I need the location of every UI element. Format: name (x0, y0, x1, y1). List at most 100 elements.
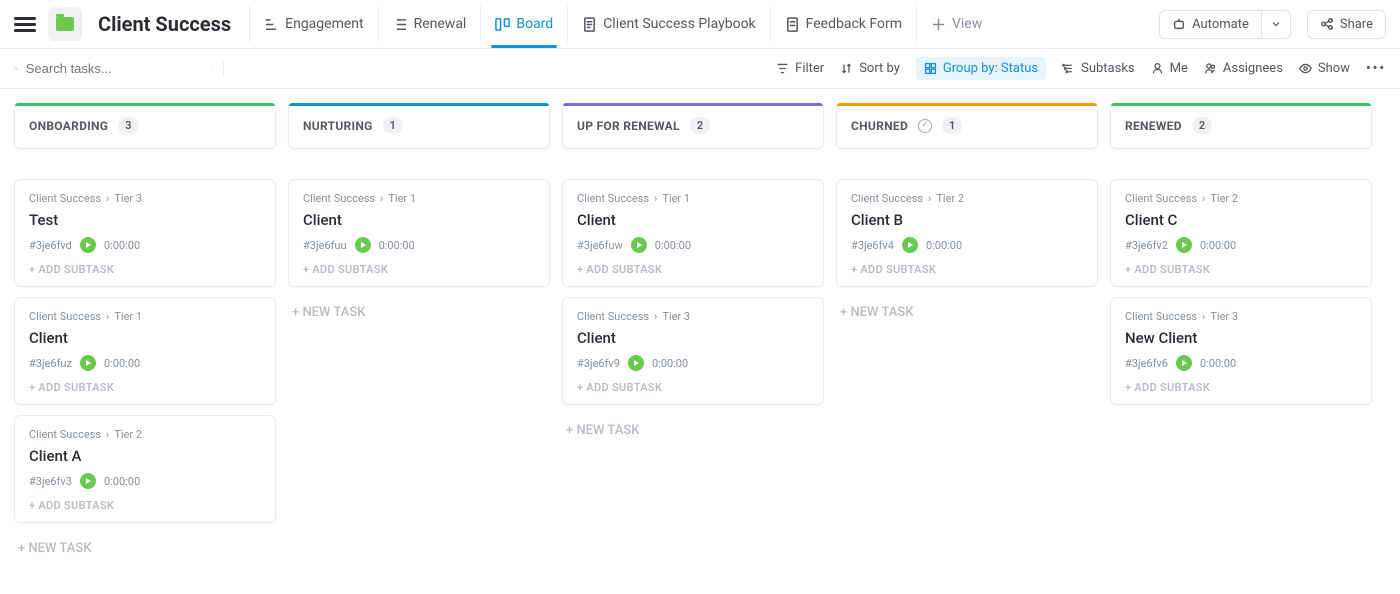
add-subtask-button[interactable]: + ADD SUBTASK (29, 381, 261, 394)
sort-chip[interactable]: Sort by (840, 61, 900, 76)
tab-label: Feedback Form (806, 16, 902, 32)
search-input[interactable] (26, 61, 202, 76)
card-time: 0:00:00 (1200, 357, 1236, 370)
tab-board[interactable]: Board (480, 6, 567, 42)
task-card[interactable]: Client Success›Tier 3Client#3je6fv90:00:… (562, 297, 824, 405)
share-label: Share (1340, 17, 1373, 32)
card-meta: #3je6fuu 0:00:00 (303, 237, 535, 253)
card-id: #3je6fv6 (1125, 357, 1168, 370)
column-count: 1 (942, 117, 962, 134)
tab-playbook[interactable]: Client Success Playbook (567, 6, 769, 42)
tab-renewal[interactable]: Renewal (378, 6, 481, 42)
column-header[interactable]: ONBOARDING3 (14, 103, 276, 149)
board-icon (495, 17, 510, 32)
share-button[interactable]: Share (1307, 10, 1386, 39)
assignees-chip[interactable]: Assignees (1204, 61, 1283, 76)
card-meta: #3je6fv30:00:00 (29, 473, 261, 489)
robot-icon (1172, 17, 1186, 31)
card-meta: #3je6fuz0:00:00 (29, 355, 261, 371)
task-card[interactable]: Client Success›Tier 2Client A#3je6fv30:0… (14, 415, 276, 523)
column-stripe (15, 103, 275, 106)
add-subtask-button[interactable]: + ADD SUBTASK (29, 263, 261, 276)
tab-label: Client Success Playbook (603, 16, 755, 32)
play-icon[interactable] (80, 355, 96, 371)
column-title: CHURNED (851, 119, 908, 133)
play-icon[interactable] (631, 237, 647, 253)
play-icon[interactable] (902, 237, 918, 253)
column-count: 2 (690, 117, 710, 134)
card-time: 0:00:00 (104, 475, 140, 488)
search-wrap (14, 61, 224, 76)
card-time: 0:00:00 (104, 357, 140, 370)
tab-label: Board (516, 16, 553, 32)
steps-icon (264, 17, 279, 32)
card-meta: #3je6fv90:00:00 (577, 355, 809, 371)
column-title: RENEWED (1125, 119, 1182, 133)
me-chip[interactable]: Me (1151, 61, 1188, 76)
filter-chip[interactable]: Filter (776, 61, 824, 76)
task-card[interactable]: Client Success›Tier 3Test#3je6fvd0:00:00… (14, 179, 276, 287)
add-subtask-button[interactable]: + ADD SUBTASK (1125, 263, 1357, 276)
card-title: Client (303, 211, 535, 229)
task-card[interactable]: Client Success›Tier 2Client B#3je6fv40:0… (836, 179, 1098, 287)
menu-icon[interactable] (14, 13, 36, 35)
column-header[interactable]: RENEWED2 (1110, 103, 1372, 149)
new-task-button[interactable]: + NEW TASK (14, 533, 276, 564)
breadcrumb: Client Success›Tier 2 (1125, 192, 1357, 205)
task-card[interactable]: Client Success›Tier 2Client C#3je6fv20:0… (1110, 179, 1372, 287)
form-icon (785, 17, 800, 32)
column-header[interactable]: CHURNED 1 (836, 103, 1098, 149)
more-menu[interactable]: ••• (1366, 61, 1386, 76)
new-task-button[interactable]: + NEW TASK (562, 415, 824, 446)
play-icon[interactable] (355, 237, 371, 253)
play-icon[interactable] (80, 237, 96, 253)
column: UP FOR RENEWAL2 Client Success›Tier 1Clie… (562, 103, 824, 446)
user-icon (1151, 62, 1164, 75)
tab-engagement[interactable]: Engagement (249, 6, 377, 42)
add-subtask-button[interactable]: + ADD SUBTASK (29, 499, 261, 512)
page-title: Client Success (98, 12, 231, 36)
play-icon[interactable] (1176, 237, 1192, 253)
automate-dropdown[interactable] (1262, 10, 1291, 39)
play-icon[interactable] (628, 355, 644, 371)
automate-button[interactable]: Automate (1159, 10, 1262, 39)
add-subtask-button[interactable]: + ADD SUBTASK (303, 263, 535, 276)
task-card[interactable]: Client Success›Tier 1 Client #3je6fuu 0:00:… (288, 179, 550, 287)
subtasks-chip[interactable]: Subtasks (1062, 61, 1135, 76)
group-icon (924, 62, 937, 75)
card-title: Client A (29, 447, 261, 465)
card-meta: #3je6fuw0:00:00 (577, 237, 809, 253)
show-chip[interactable]: Show (1299, 61, 1350, 76)
column-header[interactable]: NURTURING1 (288, 103, 550, 149)
breadcrumb: Client Success›Tier 3 (1125, 310, 1357, 323)
task-card[interactable]: Client Success›Tier 1Client#3je6fuz0:00:… (14, 297, 276, 405)
tab-feedback[interactable]: Feedback Form (770, 6, 916, 42)
new-task-button[interactable]: + NEW TASK (288, 297, 550, 328)
doc-icon (582, 17, 597, 32)
folder-icon (56, 17, 74, 31)
add-subtask-button[interactable]: + ADD SUBTASK (851, 263, 1083, 276)
card-meta: #3je6fvd0:00:00 (29, 237, 261, 253)
column: ONBOARDING3 Client Success›Tier 3Test#3je… (14, 103, 276, 564)
play-icon[interactable] (80, 473, 96, 489)
new-task-button[interactable]: + NEW TASK (836, 297, 1098, 328)
done-icon (918, 119, 932, 133)
task-card[interactable]: Client Success›Tier 3New Client#3je6fv60… (1110, 297, 1372, 405)
card-title: Client C (1125, 211, 1357, 229)
card-time: 0:00:00 (379, 239, 415, 252)
breadcrumb: Client Success›Tier 1 (303, 192, 535, 205)
add-subtask-button[interactable]: + ADD SUBTASK (577, 263, 809, 276)
add-subtask-button[interactable]: + ADD SUBTASK (1125, 381, 1357, 394)
play-icon[interactable] (1176, 355, 1192, 371)
eye-icon (1299, 62, 1312, 75)
add-view[interactable]: View (916, 6, 996, 42)
task-card[interactable]: Client Success›Tier 1Client#3je6fuw0:00:… (562, 179, 824, 287)
card-id: #3je6fuu (303, 239, 347, 252)
column-header[interactable]: UP FOR RENEWAL2 (562, 103, 824, 149)
group-chip[interactable]: Group by: Status (916, 57, 1046, 80)
folder-chip[interactable] (48, 7, 82, 41)
chevron-down-icon[interactable] (210, 63, 213, 75)
card-meta: #3je6fv6 0:00:00 (1125, 355, 1357, 371)
column: CHURNED 1 Client Success›Tier 2Client B#3j… (836, 103, 1098, 328)
add-subtask-button[interactable]: + ADD SUBTASK (577, 381, 809, 394)
